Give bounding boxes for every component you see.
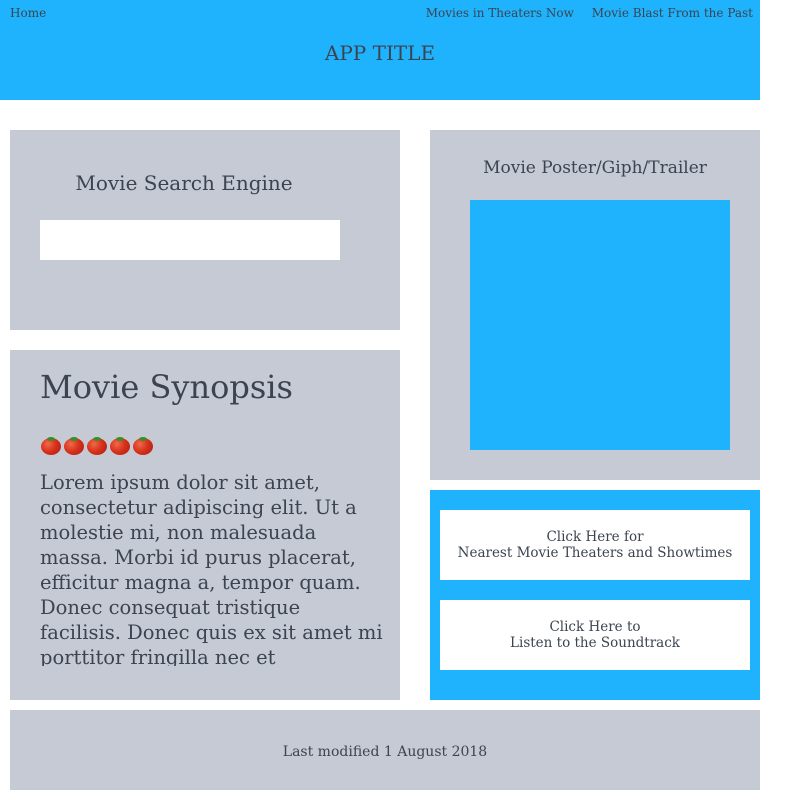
soundtrack-line2: Listen to the Soundtrack <box>510 635 680 651</box>
poster-media[interactable] <box>470 200 730 450</box>
tomato-rating <box>40 435 154 459</box>
synopsis-text: Lorem ipsum dolor sit amet, consectetur … <box>40 471 383 666</box>
footer: Last modified 1 August 2018 <box>10 710 760 790</box>
search-input[interactable] <box>40 220 340 260</box>
tomato-icon <box>63 435 85 455</box>
tomato-icon <box>86 435 108 455</box>
synopsis-panel: Movie Synopsis Lorem ipsum dolor sit ame… <box>10 350 400 700</box>
footer-text: Last modified 1 August 2018 <box>282 744 488 760</box>
search-title: Movie Search Engine <box>75 171 293 195</box>
nearest-theaters-button[interactable]: Click Here for Nearest Movie Theaters an… <box>440 510 750 580</box>
nav-home-link[interactable]: Home <box>10 6 46 20</box>
tomato-icon <box>40 435 62 455</box>
nearest-theaters-line1: Click Here for <box>546 529 644 545</box>
nav-links: Movies in Theaters Now Movie Blast From … <box>412 6 753 20</box>
nav-movies-in-theaters-link[interactable]: Movies in Theaters Now <box>426 6 574 20</box>
soundtrack-line1: Click Here to <box>549 619 641 635</box>
tomato-icon <box>132 435 154 455</box>
poster-panel: Movie Poster/Giph/Trailer <box>430 130 760 480</box>
app-title: APP TITLE <box>324 41 436 65</box>
tomato-icon <box>109 435 131 455</box>
header: Home Movies in Theaters Now Movie Blast … <box>0 0 760 100</box>
synopsis-title: Movie Synopsis <box>40 368 293 406</box>
links-panel: Click Here for Nearest Movie Theaters an… <box>430 490 760 700</box>
soundtrack-button[interactable]: Click Here to Listen to the Soundtrack <box>440 600 750 670</box>
search-panel: Movie Search Engine <box>10 130 400 330</box>
nav-blast-from-past-link[interactable]: Movie Blast From the Past <box>592 6 753 20</box>
poster-title: Movie Poster/Giph/Trailer <box>483 158 707 178</box>
nearest-theaters-line2: Nearest Movie Theaters and Showtimes <box>457 545 733 561</box>
